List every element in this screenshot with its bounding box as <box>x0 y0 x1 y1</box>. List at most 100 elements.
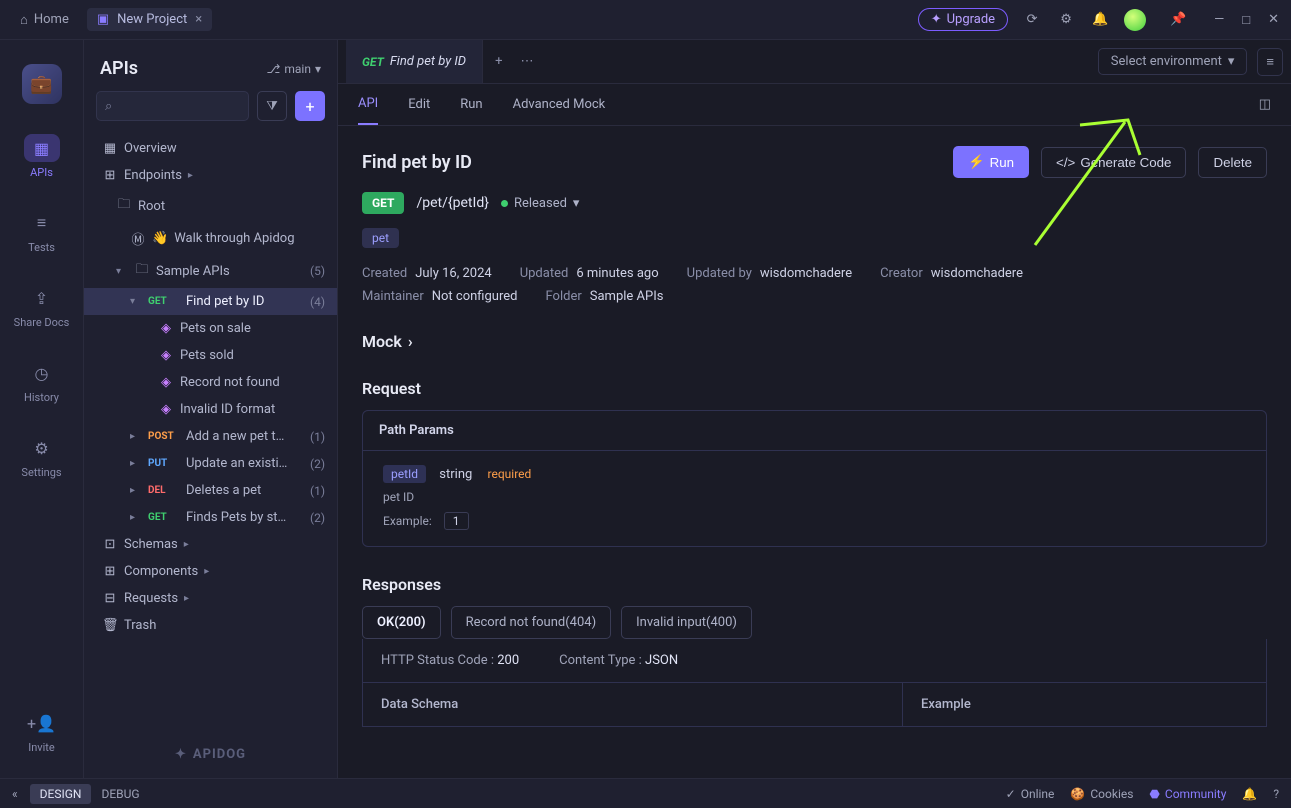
tree-label: Invalid ID format <box>180 402 275 417</box>
tree-walkthrough[interactable]: Ⓜ 👋 Walk through Apidog <box>84 223 337 254</box>
online-status[interactable]: ✓Online <box>1006 787 1055 801</box>
meta-row: CreatedJuly 16, 2024 Updated6 minutes ag… <box>362 266 1267 281</box>
rail-settings[interactable]: ⚙ Settings <box>0 428 83 485</box>
tree-root[interactable]: 🗀 Root <box>84 189 337 223</box>
tree-overview[interactable]: ▦ Overview <box>84 135 337 162</box>
pin-icon[interactable]: 📌 <box>1168 12 1188 27</box>
tree-components[interactable]: ⊞ Components ▸ <box>84 558 337 585</box>
tree-schemas[interactable]: ⊡ Schemas ▸ <box>84 531 337 558</box>
app-logo[interactable]: 💼 <box>22 64 62 104</box>
schema-header: Data Schema <box>363 683 903 726</box>
sparkle-icon: ✦ <box>931 12 942 27</box>
endpoint-path: /pet/{petId} <box>416 195 488 211</box>
chevron-right-icon: ▸ <box>130 512 142 523</box>
rail-invite[interactable]: +👤 Invite <box>0 703 83 760</box>
tab-method: GET <box>362 55 384 69</box>
doc-body: Find pet by ID ⚡ Run </> Generate Code D… <box>338 126 1291 778</box>
more-icon[interactable]: ⋯ <box>520 54 533 69</box>
share-icon: ⇪ <box>24 284 60 312</box>
status-badge[interactable]: Released ▾ <box>501 196 580 211</box>
bell-icon[interactable]: 🔔 <box>1090 12 1110 27</box>
tree-add-pet[interactable]: ▸ POST Add a new pet t… (1) <box>84 423 337 450</box>
tree-mock-item[interactable]: ◈ Pets sold <box>84 342 337 369</box>
tree-find-pet[interactable]: ▾ GET Find pet by ID (4) <box>84 288 337 315</box>
search-input[interactable]: ⌕ <box>96 91 249 121</box>
close-window-icon[interactable]: ✕ <box>1268 12 1279 28</box>
rail-tests-label: Tests <box>28 241 55 254</box>
debug-toggle[interactable]: DEBUG <box>91 784 149 804</box>
branch-icon: ⎇ <box>267 62 281 76</box>
home-button[interactable]: ⌂ Home <box>12 8 77 32</box>
generate-code-button[interactable]: </> Generate Code <box>1041 147 1186 178</box>
subtab-run[interactable]: Run <box>460 84 482 125</box>
rail-share-label: Share Docs <box>14 316 70 329</box>
split-view-icon[interactable]: ◫ <box>1259 97 1271 112</box>
upgrade-label: Upgrade <box>947 12 995 27</box>
chevron-right-icon: ▸ <box>130 458 142 469</box>
tree-sample-apis[interactable]: ▾ 🗀 Sample APIs (5) <box>84 254 337 288</box>
footer: « DESIGN DEBUG ✓Online 🍪Cookies ⬣Communi… <box>0 778 1291 808</box>
upgrade-button[interactable]: ✦ Upgrade <box>918 8 1008 31</box>
bell-footer-icon[interactable]: 🔔 <box>1242 787 1257 801</box>
tree-requests[interactable]: ⊟ Requests ▸ <box>84 585 337 612</box>
filter-button[interactable]: ⧩ <box>257 91 287 121</box>
search-icon: ⌕ <box>105 99 112 114</box>
tree-delete-pet[interactable]: ▸ DEL Deletes a pet (1) <box>84 477 337 504</box>
avatar[interactable] <box>1124 9 1146 31</box>
tab-current[interactable]: GET Find pet by ID <box>346 40 483 83</box>
tree-label: Deletes a pet <box>186 483 261 498</box>
subtab-api[interactable]: API <box>358 84 378 125</box>
environment-selector[interactable]: Select environment ▾ <box>1098 48 1248 75</box>
rail-history[interactable]: ◷ History <box>0 353 83 410</box>
tree-find-pets[interactable]: ▸ GET Finds Pets by st… (2) <box>84 504 337 531</box>
chevron-right-icon: ▸ <box>184 593 196 604</box>
requests-icon: ⊟ <box>102 591 118 606</box>
gear-icon[interactable]: ⚙ <box>1056 12 1076 27</box>
add-tab-icon[interactable]: + <box>495 54 502 69</box>
resp-tab-ok[interactable]: OK(200) <box>362 606 441 639</box>
mock-section-header[interactable]: Mock › <box>362 332 1267 351</box>
footer-toggle: DESIGN DEBUG <box>30 784 150 804</box>
collapse-icon[interactable]: « <box>12 787 18 801</box>
discord-icon: ⬣ <box>1149 787 1159 801</box>
tree-mock-item[interactable]: ◈ Record not found <box>84 369 337 396</box>
tree-trash[interactable]: 🗑 Trash <box>84 612 337 639</box>
tree-mock-item[interactable]: ◈ Invalid ID format <box>84 396 337 423</box>
tree-mock-item[interactable]: ◈ Pets on sale <box>84 315 337 342</box>
subtab-edit[interactable]: Edit <box>408 84 430 125</box>
help-icon[interactable]: ? <box>1273 787 1279 801</box>
tree-endpoints[interactable]: ⊞ Endpoints ▸ <box>84 162 337 189</box>
cookies-button[interactable]: 🍪Cookies <box>1070 787 1133 801</box>
rail-apis[interactable]: ▦ APIs <box>0 128 83 185</box>
branch-selector[interactable]: ⎇ main ▾ <box>267 62 321 76</box>
menu-button[interactable]: ≡ <box>1257 48 1283 76</box>
tree-update-pet[interactable]: ▸ PUT Update an existi… (2) <box>84 450 337 477</box>
tree-label: Trash <box>124 618 156 633</box>
run-button[interactable]: ⚡ Run <box>953 146 1029 178</box>
rail-tests[interactable]: ≡ Tests <box>0 203 83 260</box>
schema-row: Data Schema Example <box>362 683 1267 727</box>
minimize-icon[interactable]: — <box>1214 12 1224 28</box>
tree-count: (1) <box>310 430 325 444</box>
resp-tab-400[interactable]: Invalid input(400) <box>621 606 752 639</box>
add-button[interactable]: + <box>295 91 325 121</box>
chevron-right-icon: ▸ <box>130 431 142 442</box>
resp-tab-404[interactable]: Record not found(404) <box>451 606 612 639</box>
subtab-mock[interactable]: Advanced Mock <box>513 84 606 125</box>
rail-share[interactable]: ⇪ Share Docs <box>0 278 83 335</box>
close-icon[interactable]: × <box>195 12 202 27</box>
markdown-icon: Ⓜ <box>130 229 146 248</box>
example-header: Example <box>903 683 989 726</box>
design-toggle[interactable]: DESIGN <box>30 784 92 804</box>
brand-label: APIDOG <box>193 747 246 762</box>
maximize-icon[interactable]: □ <box>1242 12 1250 28</box>
sub-tabs: API Edit Run Advanced Mock ◫ <box>338 84 1291 126</box>
chevron-down-icon: ▾ <box>116 266 128 277</box>
tag-chip[interactable]: pet <box>362 228 399 248</box>
mock-icon: ◈ <box>158 375 174 390</box>
refresh-icon[interactable]: ⟳ <box>1022 12 1042 27</box>
delete-button[interactable]: Delete <box>1198 147 1267 178</box>
env-label: Select environment <box>1111 54 1222 69</box>
community-button[interactable]: ⬣Community <box>1149 787 1226 801</box>
project-tab[interactable]: ▣ New Project × <box>87 8 212 31</box>
